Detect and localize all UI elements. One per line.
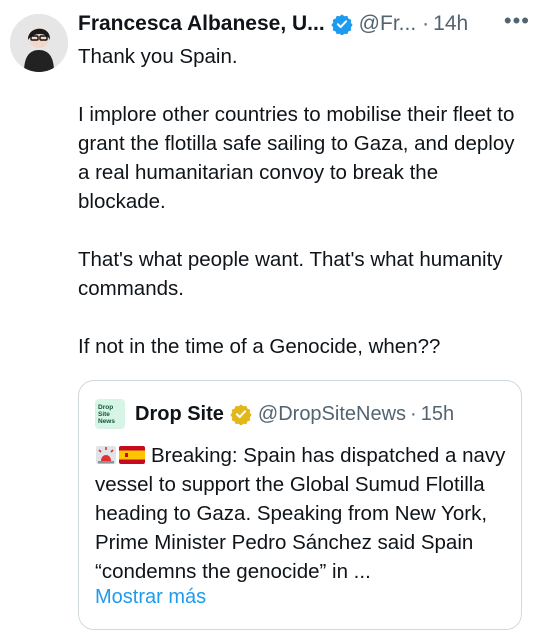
quoted-tweet-header: Drop Site News Drop Site @DropSiteNews ·…: [95, 399, 454, 429]
tweet-paragraph: That's what people want. That's what hum…: [78, 248, 503, 300]
quoted-tweet-card[interactable]: Drop Site News Drop Site @DropSiteNews ·…: [78, 380, 522, 630]
quoted-tweet-time[interactable]: 15h: [421, 403, 454, 426]
logo-text: News: [98, 417, 115, 425]
tweet-paragraph: Thank you Spain.: [78, 45, 238, 68]
verified-badge-icon[interactable]: [331, 13, 353, 35]
drop-site-logo: Drop Site News: [95, 399, 125, 429]
quoted-separator-dot: ·: [410, 402, 417, 425]
quoted-author-handle[interactable]: @DropSiteNews: [258, 403, 406, 426]
more-icon[interactable]: •••: [504, 8, 530, 34]
gold-verified-badge-icon[interactable]: [230, 403, 252, 425]
quoted-tweet-text: Breaking: Spain has dispatched a navy ve…: [95, 441, 507, 586]
avatar-photo: [10, 14, 68, 72]
show-more-link[interactable]: Mostrar más: [95, 586, 206, 609]
spain-flag-emoji: [119, 443, 145, 464]
quoted-tweet-body: Breaking: Spain has dispatched a navy ve…: [95, 444, 506, 583]
separator-dot: ·: [422, 12, 430, 35]
logo-text: Site: [98, 410, 110, 418]
quoted-author-name[interactable]: Drop Site: [135, 403, 224, 426]
siren-emoji: [95, 444, 117, 464]
author-name[interactable]: Francesca Albanese, U...: [78, 12, 325, 36]
tweet-paragraph: If not in the time of a Genocide, when??: [78, 335, 441, 358]
avatar[interactable]: [10, 14, 68, 72]
tweet-body: Thank you Spain. I implore other countri…: [78, 42, 526, 390]
tweet-header: Francesca Albanese, U... @Fr... · 14h: [78, 8, 530, 40]
tweet-time[interactable]: 14h: [433, 12, 468, 36]
tweet-paragraph: I implore other countries to mobilise th…: [78, 103, 515, 213]
logo-text: Drop: [98, 403, 114, 411]
author-handle[interactable]: @Fr...: [359, 12, 416, 36]
